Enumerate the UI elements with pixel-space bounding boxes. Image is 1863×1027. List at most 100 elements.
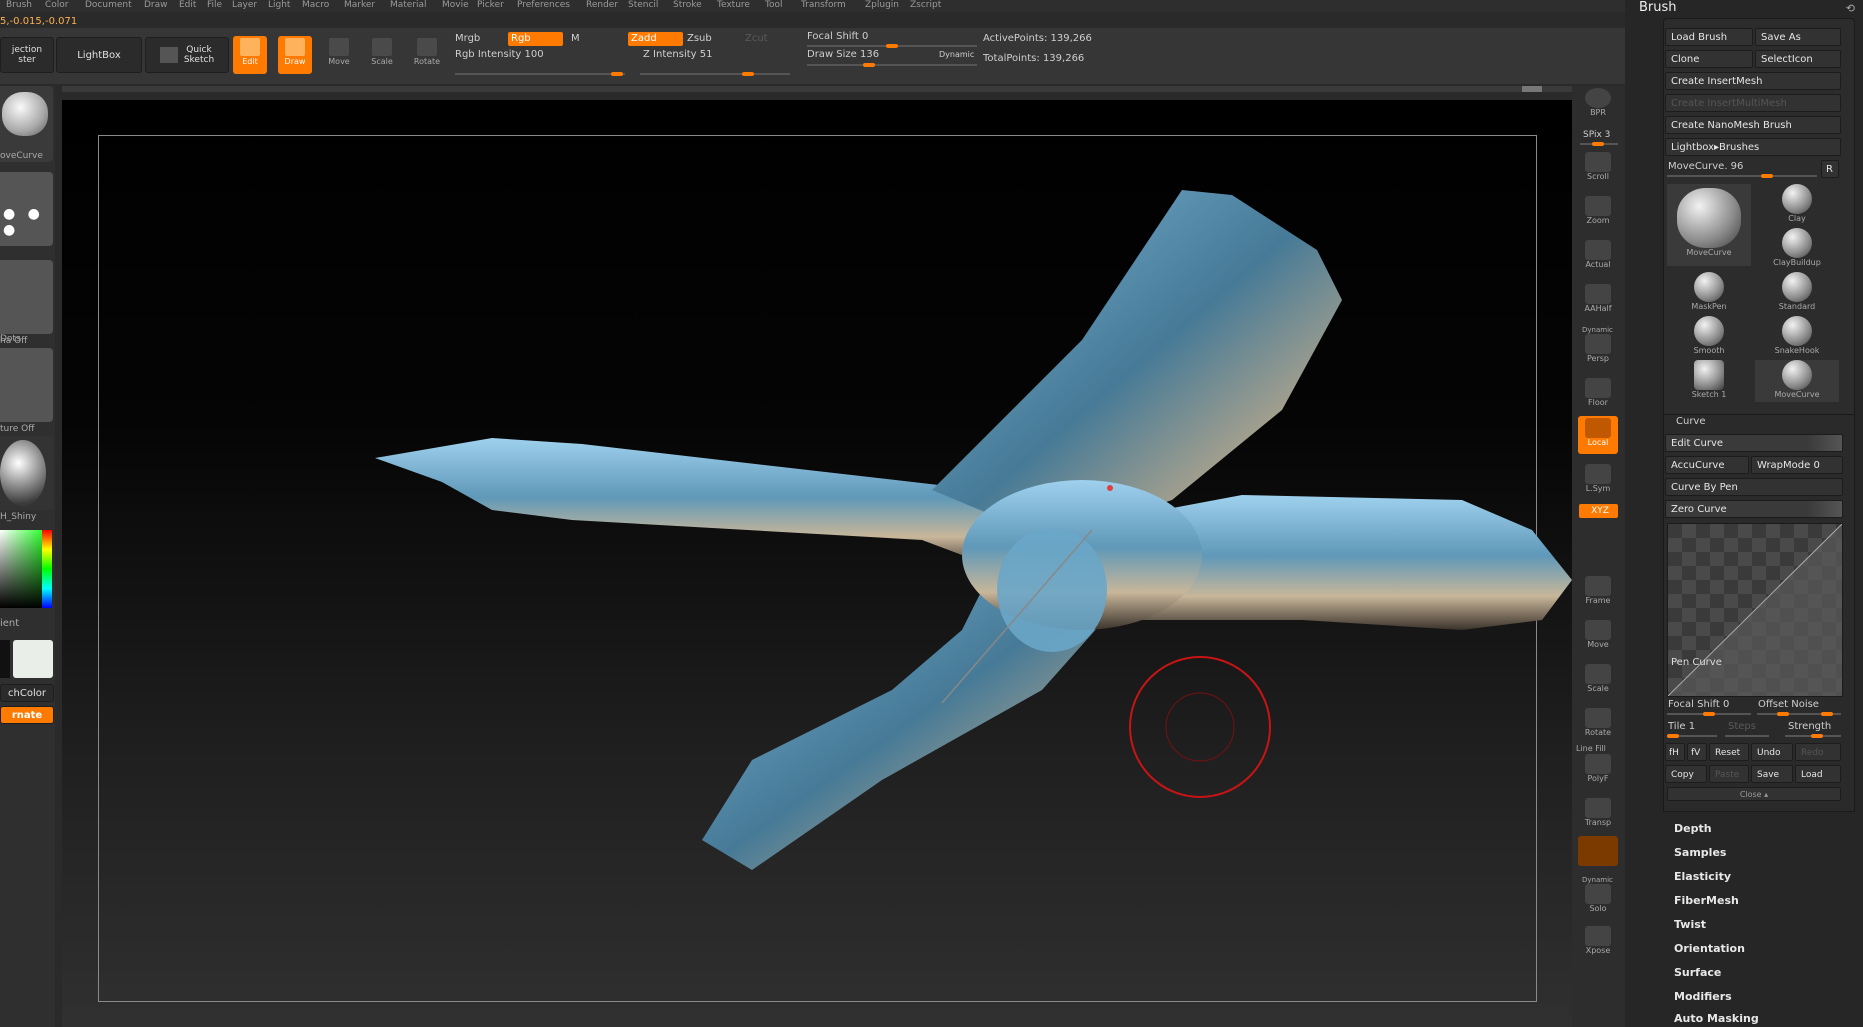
local-button[interactable]: Local [1578,416,1618,454]
zero-curve-button[interactable]: Zero Curve [1665,500,1843,518]
switch-color-button[interactable]: chColor [0,684,54,702]
menu-file[interactable]: File [207,0,222,10]
curve-close-button[interactable]: Close ▴ [1667,787,1841,801]
zsub-toggle[interactable]: Zsub [684,32,741,46]
menu-picker[interactable]: Picker [477,0,504,10]
draw-size-knob[interactable] [863,63,875,67]
brush-thumb-movecurve[interactable]: MoveCurve [1755,360,1839,402]
curve-paste-button[interactable]: Paste [1709,765,1749,783]
flip-v-button[interactable]: fV [1687,743,1707,761]
menu-material[interactable]: Material [390,0,427,10]
scale-view-button[interactable]: Scale [1578,662,1618,700]
alpha-selector[interactable] [0,260,53,334]
menu-macro[interactable]: Macro [302,0,329,10]
mrgb-toggle[interactable]: Mrgb [452,32,507,46]
projection-master-button[interactable]: jection ster [0,37,54,73]
offset-noise-knob-2[interactable] [1821,712,1833,716]
wrapmode-slider[interactable]: WrapMode 0 [1751,456,1843,474]
brush-thumb-snakehook[interactable]: SnakeHook [1755,316,1839,358]
xpose-button[interactable]: Xpose [1578,924,1618,962]
tile-knob[interactable] [1667,734,1679,738]
accucurve-button[interactable]: AccuCurve [1665,456,1749,474]
rgb-intensity-knob[interactable] [611,72,623,76]
brush-thumb-standard[interactable]: Standard [1755,272,1839,314]
draw-size-slider[interactable] [807,63,977,67]
menu-zscript[interactable]: Zscript [910,0,941,10]
draw-tool-button[interactable]: Draw [278,36,312,74]
menu-movie[interactable]: Movie [442,0,469,10]
scale-tool-button[interactable]: Scale [365,36,399,74]
zoom-button[interactable]: Zoom [1578,194,1618,232]
submenu-elasticity[interactable]: Elasticity [1674,870,1731,883]
menu-tool[interactable]: Tool [765,0,782,10]
save-as-button[interactable]: Save As [1755,28,1841,46]
spix-slider[interactable] [1580,142,1618,146]
lsym-button[interactable]: L.Sym [1578,462,1618,500]
alternate-button[interactable]: rnate [0,706,54,724]
menu-texture[interactable]: Texture [717,0,750,10]
curve-reset-button[interactable]: Reset [1709,743,1749,761]
select-icon-button[interactable]: SelectIcon [1755,50,1841,68]
rgb-toggle[interactable]: Rgb [508,32,563,46]
brush-palette-title[interactable]: Brush [1639,0,1677,15]
brush-thumb-claybuildup[interactable]: ClayBuildup [1755,228,1839,270]
canvas-scroll-thumb[interactable] [1522,86,1542,92]
menu-preferences[interactable]: Preferences [517,0,570,10]
quick-sketch-button[interactable]: Quick Sketch [145,37,229,73]
curve-snap-point[interactable] [1107,485,1113,491]
submenu-orientation[interactable]: Orientation [1674,942,1745,955]
scroll-button[interactable]: Scroll [1578,150,1618,188]
submenu-samples[interactable]: Samples [1674,846,1726,859]
strength-knob[interactable] [1811,734,1823,738]
menu-zplugin[interactable]: Zplugin [865,0,899,10]
brush-slider-knob[interactable] [1761,174,1773,178]
edit-curve-button[interactable]: Edit Curve [1665,434,1843,452]
submenu-surface[interactable]: Surface [1674,966,1721,979]
curve-focal-shift-slider[interactable] [1667,712,1751,716]
menu-light[interactable]: Light [268,0,290,10]
z-intensity-slider[interactable] [640,72,790,76]
focal-shift-slider[interactable] [807,44,977,48]
texture-selector[interactable] [0,348,53,422]
xyz-toggle[interactable]: XYZ [1579,504,1618,518]
brush-thumb-maskpen[interactable]: MaskPen [1667,272,1751,314]
offset-noise-slider[interactable] [1757,712,1841,716]
flip-h-button[interactable]: fH [1665,743,1685,761]
rotate-view-button[interactable]: Rotate [1578,706,1618,744]
submenu-auto-masking[interactable]: Auto Masking [1674,1012,1759,1025]
curve-copy-button[interactable]: Copy [1665,765,1707,783]
create-insertmultimesh-button[interactable]: Create InsertMultiMesh [1665,94,1841,112]
brush-selector[interactable]: oveCurve [0,86,53,162]
m-toggle[interactable]: M [568,32,621,46]
r-button[interactable]: R [1821,160,1839,178]
z-intensity-knob[interactable] [742,72,754,76]
menu-draw[interactable]: Draw [144,0,168,10]
secondary-color-swatch[interactable] [0,640,10,678]
brush-thumb-smooth[interactable]: Smooth [1667,316,1751,358]
spix-knob[interactable] [1592,142,1604,146]
curve-header[interactable]: Curve [1673,415,1706,429]
refresh-icon[interactable]: ⟲ [1846,2,1855,15]
menu-transform[interactable]: Transform [801,0,846,10]
move-view-button[interactable]: Move [1578,618,1618,656]
steps-slider[interactable] [1725,735,1769,737]
solo-button[interactable]: Solo [1578,882,1618,920]
curve-focal-shift-knob[interactable] [1703,712,1715,716]
lightbox-button[interactable]: LightBox [56,37,142,73]
menu-color[interactable]: Color [45,0,69,10]
menu-edit[interactable]: Edit [179,0,196,10]
strength-slider[interactable] [1785,734,1841,738]
actual-button[interactable]: Actual [1578,238,1618,276]
clone-button[interactable]: Clone [1665,50,1753,68]
floor-button[interactable]: Floor [1578,376,1618,414]
brush-thumb-movecurve-large[interactable]: MoveCurve [1667,184,1751,266]
curve-load-button[interactable]: Load [1795,765,1841,783]
move-tool-button[interactable]: Move [322,36,356,74]
menu-render[interactable]: Render [586,0,618,10]
dynamic-toggle[interactable]: Dynamic [936,48,974,62]
material-selector[interactable] [0,436,53,510]
brush-thumb-sketch[interactable]: Sketch 1 [1667,360,1751,402]
stroke-selector[interactable]: ● ● ● Dots [0,172,53,344]
offset-noise-knob[interactable] [1777,712,1789,716]
curve-undo-button[interactable]: Undo [1751,743,1793,761]
